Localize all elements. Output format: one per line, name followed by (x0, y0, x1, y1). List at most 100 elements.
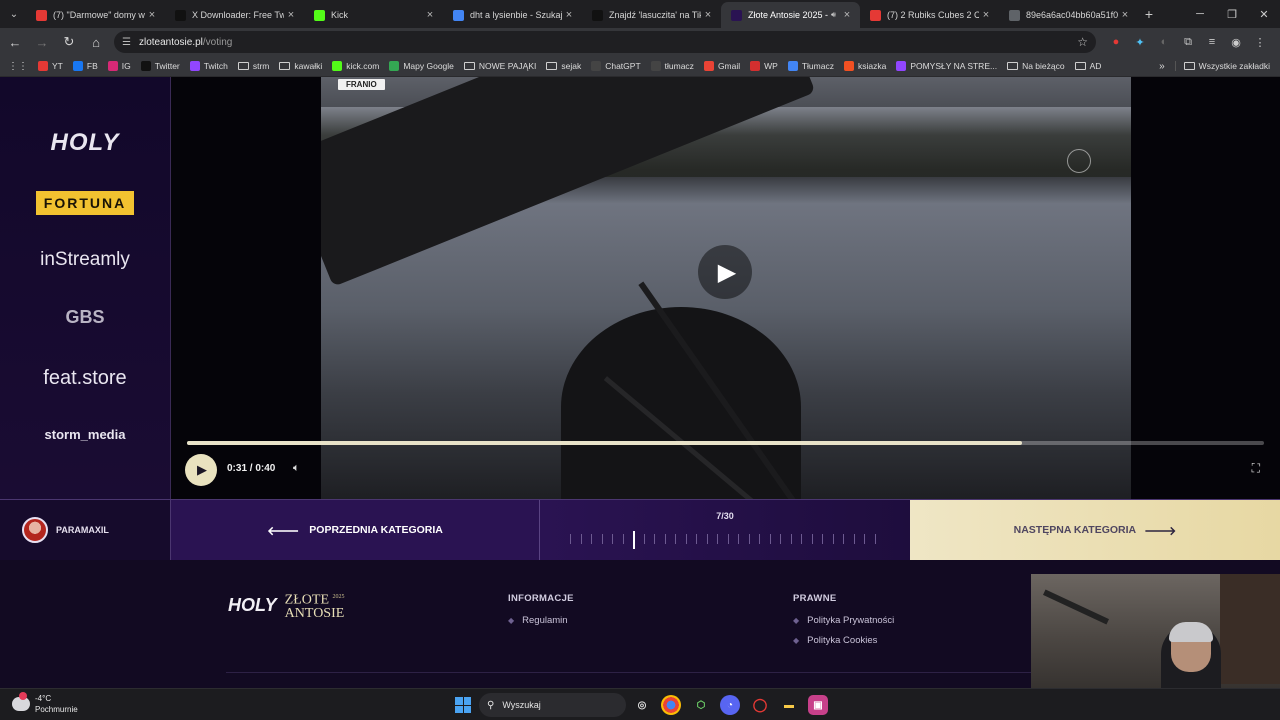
browser-tab[interactable]: (7) 2 Rubiks Cubes 2 Cig × (860, 2, 999, 28)
weather-widget[interactable]: -4°C Pochmurnie (12, 692, 78, 715)
close-tab-icon[interactable]: × (145, 9, 159, 21)
browser-tab[interactable]: X Downloader: Free Twitt × (165, 2, 304, 28)
more-bookmarks-icon[interactable]: » (1149, 61, 1175, 72)
sponsor-logo-featstore[interactable]: feat.store (0, 367, 170, 390)
extension-icon[interactable]: ✦ (1128, 30, 1152, 54)
browser-tab[interactable]: Złote Antosie 2025 - 🔊︎ × (721, 2, 860, 28)
taskbar-search[interactable]: ⚲ Wyszukaj (479, 693, 626, 717)
browser-tab[interactable]: Znajdź 'lasuczita' na TikTo× (582, 2, 721, 28)
extension-icon[interactable]: ◐ (1152, 30, 1176, 54)
browser-tab[interactable]: 89e6a6ac04bb60a51f06b × (999, 2, 1138, 28)
close-tab-icon[interactable]: × (1118, 9, 1132, 21)
close-tab-icon[interactable]: × (423, 9, 437, 21)
bookmark-item[interactable]: Tłumacz (783, 61, 839, 71)
sponsor-logo-stormmedia[interactable]: storm_media (0, 427, 170, 442)
tab-audio-icon[interactable]: 🔊︎ (831, 10, 836, 20)
bookmark-item[interactable]: Gmail (699, 61, 745, 71)
bookmark-item[interactable]: FB (68, 61, 103, 71)
home-icon[interactable]: ⌂ (84, 30, 108, 54)
video-progress-bar[interactable] (187, 441, 1264, 445)
category-tick (853, 534, 855, 544)
footer-logo[interactable]: HOLY ZŁOTE 2025 ANTOSIE (228, 591, 345, 620)
browser-menu-icon[interactable]: ⋮ (1248, 30, 1272, 54)
user-profile[interactable]: PARAMAXIL (0, 500, 171, 560)
bookmark-star-icon[interactable]: ☆ (1077, 35, 1088, 49)
bookmark-item[interactable]: YT (33, 61, 68, 71)
loading-ring-icon (1067, 149, 1091, 173)
profile-avatar-icon[interactable]: ◉ (1224, 30, 1248, 54)
bookmark-item[interactable]: Twitter (136, 61, 185, 71)
bookmark-item[interactable]: Mapy Google (384, 61, 459, 71)
reading-list-icon[interactable]: ≡ (1200, 30, 1224, 54)
footer-link-cookies[interactable]: ◆ Polityka Cookies (793, 635, 894, 646)
sponsor-logo-fortuna[interactable]: FORTUNA (36, 191, 134, 215)
bookmark-item[interactable]: WP (745, 61, 783, 71)
close-tab-icon[interactable]: × (979, 9, 993, 21)
sponsor-logo-gbs[interactable]: GBS (0, 307, 170, 328)
previous-category-button[interactable]: 🡐 POPRZEDNIA KATEGORIA (171, 500, 540, 560)
apps-grid-icon[interactable]: ⋮⋮ (0, 61, 33, 72)
back-icon[interactable]: ← (3, 30, 27, 54)
active-app-icon[interactable]: ▣ (808, 695, 828, 715)
sponsor-logo-holy[interactable]: HOLY (0, 129, 170, 157)
bookmark-item[interactable]: tłumacz (646, 61, 699, 71)
close-window-icon[interactable]: ✕ (1248, 0, 1280, 28)
category-tick (875, 534, 876, 544)
bookmark-label: Mapy Google (403, 61, 454, 71)
copilot-icon[interactable]: ◎ (632, 695, 652, 715)
close-tab-icon[interactable]: × (284, 9, 298, 21)
footer-link-privacy[interactable]: ◆ Polityka Prywatności (793, 615, 894, 626)
bookmark-label: IG (121, 61, 131, 71)
bookmark-label: Twitter (154, 61, 180, 71)
restore-icon[interactable]: ❐ (1216, 0, 1248, 28)
category-tick (801, 534, 803, 544)
address-bar[interactable]: ☰ zloteantosie.pl/voting ☆ (114, 31, 1096, 53)
bookmark-item[interactable]: kick.com (327, 61, 384, 71)
site-info-icon[interactable]: ☰ (122, 37, 131, 48)
bookmark-item[interactable]: ChatGPT (586, 61, 645, 71)
new-tab-button[interactable]: + (1138, 6, 1160, 22)
close-tab-icon[interactable]: × (562, 9, 576, 21)
footer-link-regulamin[interactable]: ◆ Regulamin (508, 615, 574, 626)
category-tick (822, 534, 824, 544)
bookmark-item[interactable]: AD (1070, 61, 1107, 71)
bookmark-item[interactable]: POMYSŁY NA STRE... (891, 61, 1002, 71)
category-tick (685, 534, 687, 544)
opera-icon[interactable]: ◯ (750, 695, 770, 715)
fullscreen-icon[interactable]: ⛶ (1252, 461, 1260, 476)
bookmark-item[interactable]: IG (103, 61, 136, 71)
all-bookmarks-folder[interactable]: Wszystkie zakładki (1174, 61, 1280, 71)
record-extension-icon[interactable]: ● (1104, 30, 1128, 54)
browser-tab[interactable]: dht a lysienbie - Szukaj w × (443, 2, 582, 28)
reload-icon[interactable]: ↻ (57, 30, 81, 54)
file-explorer-icon[interactable]: ▬ (779, 695, 799, 715)
browser-tab[interactable]: Kick × (304, 2, 443, 28)
extensions-puzzle-icon[interactable]: ⧉ (1176, 30, 1200, 54)
volume-icon[interactable]: 🔈︎ (293, 462, 300, 475)
sponsor-logo-instreamly[interactable]: inStreamly (0, 249, 170, 271)
browser-tab[interactable]: (7) "Darmowe" domy w Ja× (26, 2, 165, 28)
category-tick (727, 534, 729, 544)
minimize-icon[interactable]: ─ (1184, 0, 1216, 28)
windows-start-icon[interactable] (455, 697, 471, 713)
play-button[interactable]: ▶ (185, 454, 217, 486)
bookmark-item[interactable]: NOWE PAJĄKI (459, 61, 541, 71)
bookmark-item[interactable]: Twitch (185, 61, 233, 71)
bookmark-item[interactable]: ksiazka (839, 61, 891, 71)
bookmark-item[interactable]: sejak (541, 61, 586, 71)
brave-icon[interactable]: ⬡ (691, 695, 711, 715)
close-tab-icon[interactable]: × (840, 9, 854, 21)
video-player[interactable]: FRANIO ▶ ▶ 0:31 / 0:40 🔈︎ ⛶ (171, 77, 1280, 499)
instagram-icon (107, 61, 118, 71)
next-category-button[interactable]: NASTĘPNA KATEGORIA 🡒 (910, 500, 1280, 560)
tab-search-button[interactable]: ⌄ (2, 3, 26, 25)
bookmark-item[interactable]: Na bieżąco (1002, 61, 1070, 71)
forward-icon[interactable]: → (30, 30, 54, 54)
kick-icon (314, 9, 325, 21)
discord-icon[interactable]: ◔ (720, 695, 740, 715)
bookmark-item[interactable]: kawałki (274, 61, 327, 71)
close-tab-icon[interactable]: × (701, 9, 715, 21)
chrome-icon[interactable] (661, 695, 681, 715)
big-play-button[interactable]: ▶ (698, 245, 752, 299)
bookmark-item[interactable]: strm (233, 61, 275, 71)
